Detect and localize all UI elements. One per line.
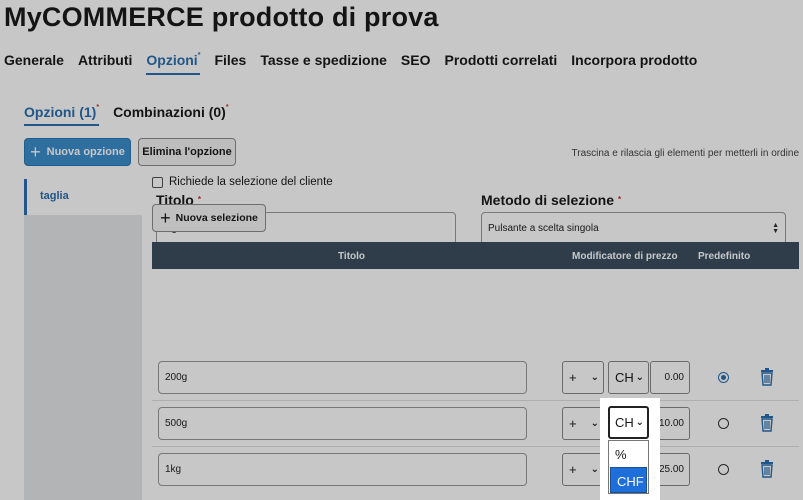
tab-incorpora-prodotto[interactable]: Incorpora prodotto (571, 52, 697, 75)
sign-select[interactable]: + ⌄ (562, 453, 604, 486)
table-row: 1kg + ⌄ 25.00 (152, 447, 799, 500)
unit-select[interactable]: CH ⌄ (608, 361, 649, 394)
unit-select-open[interactable]: CH ⌄ (608, 406, 649, 439)
chevron-down-icon: ⌄ (635, 417, 644, 428)
tab-generale[interactable]: Generale (4, 52, 64, 75)
col-price-modifier: Modificatore di prezzo (572, 251, 678, 262)
default-radio[interactable] (718, 464, 729, 475)
option-sidebar: taglia (24, 179, 142, 500)
sidebar-item-taglia[interactable]: taglia (24, 179, 142, 215)
unit-dropdown-list: % CHF (608, 440, 649, 494)
trash-icon[interactable] (760, 368, 774, 386)
trash-icon[interactable] (760, 414, 774, 432)
subtab-marker: * (96, 104, 100, 112)
method-label: Metodo di selezione * (481, 192, 622, 208)
new-selection-button[interactable]: + Nuova selezione (152, 204, 266, 232)
require-selection-checkbox[interactable] (152, 176, 163, 188)
subtab-marker: * (225, 104, 229, 112)
default-radio[interactable] (718, 372, 729, 383)
amount-input[interactable]: 0.00 (650, 361, 690, 394)
plus-icon: + (160, 208, 171, 228)
delete-option-button[interactable]: Elimina l'opzione (138, 138, 236, 166)
tab-opzioni[interactable]: Opzioni* (146, 52, 201, 75)
chevron-down-icon: ⌄ (590, 372, 599, 383)
subtab-opzioni[interactable]: Opzioni (1)* (24, 104, 100, 126)
col-default: Predefinito (698, 251, 751, 262)
required-marker: * (197, 195, 201, 204)
sign-select[interactable]: + ⌄ (562, 407, 604, 440)
dropdown-option-chf[interactable]: CHF (610, 467, 647, 493)
required-marker: * (618, 195, 622, 204)
row-title-input[interactable]: 500g (158, 407, 527, 440)
tab-seo[interactable]: SEO (401, 52, 431, 75)
tab-files[interactable]: Files (214, 52, 246, 75)
tab-attributi[interactable]: Attributi (78, 52, 132, 75)
row-title-input[interactable]: 1kg (158, 453, 527, 486)
chevron-down-icon: ⌄ (590, 418, 599, 429)
require-selection-row: Richiede la selezione del cliente (152, 176, 333, 188)
chevron-down-icon: ⌄ (635, 372, 644, 383)
new-option-button[interactable]: + Nuova opzione (24, 138, 131, 166)
drag-hint: Trascina e rilascia gli elementi per met… (571, 148, 800, 159)
table-row: 500g + ⌄ 10.00 (152, 401, 799, 447)
tab-prodotti-correlati[interactable]: Prodotti correlati (445, 52, 558, 75)
selections-table-header: Titolo Modificatore di prezzo Predefinit… (152, 242, 799, 269)
dropdown-option-percent[interactable]: % (609, 441, 648, 467)
col-title: Titolo (338, 251, 366, 262)
subtab-combinazioni[interactable]: Combinazioni (0)* (113, 104, 229, 126)
tab-marker: * (197, 52, 201, 60)
selection-method-select[interactable]: Pulsante a scelta singola ▲ ▼ (481, 212, 786, 245)
page-title: MyCOMMERCE prodotto di prova (4, 2, 439, 32)
plus-icon: + (30, 142, 41, 162)
tab-tasse-spedizione[interactable]: Tasse e spedizione (260, 52, 387, 75)
row-title-input[interactable]: 200g (158, 361, 527, 394)
sign-select[interactable]: + ⌄ (562, 361, 604, 394)
select-arrows-icon: ▲ ▼ (772, 222, 779, 235)
default-radio[interactable] (718, 418, 729, 429)
sub-tabs: Opzioni (1)* Combinazioni (0)* (24, 104, 243, 126)
chevron-down-icon: ⌄ (590, 464, 599, 475)
table-row: 200g + ⌄ CH ⌄ 0.00 (152, 355, 799, 401)
trash-icon[interactable] (760, 460, 774, 478)
main-tabs: Generale Attributi Opzioni* Files Tasse … (4, 52, 711, 75)
